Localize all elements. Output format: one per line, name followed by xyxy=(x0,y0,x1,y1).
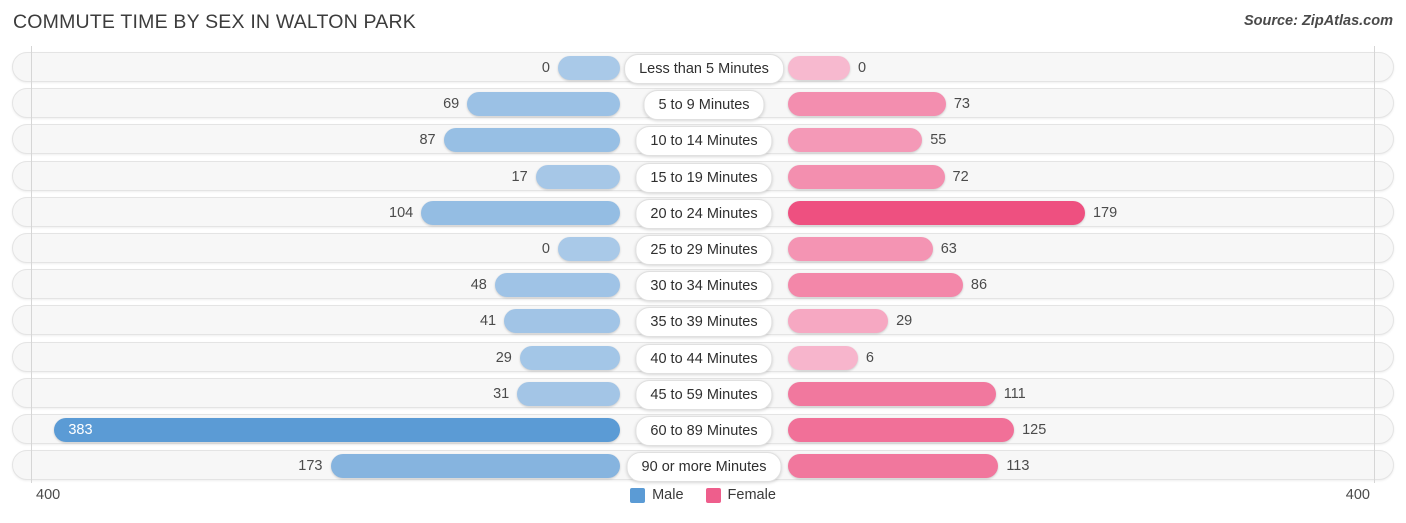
bar-female[interactable] xyxy=(788,92,946,117)
legend-item-male[interactable]: Male xyxy=(630,487,684,503)
category-label: 5 to 9 Minutes xyxy=(643,90,765,121)
category-label: 15 to 19 Minutes xyxy=(635,162,773,193)
bar-male[interactable] xyxy=(494,273,620,298)
bar-value-female: 113 xyxy=(1006,458,1030,475)
bar-value-female: 55 xyxy=(930,132,947,149)
bar-female[interactable] xyxy=(788,237,933,261)
legend-label-female: Female xyxy=(727,487,776,503)
bar-female[interactable] xyxy=(788,128,923,153)
bar-value-male: 104 xyxy=(389,204,414,221)
category-label: 25 to 29 Minutes xyxy=(635,235,773,265)
bar-female[interactable] xyxy=(788,381,996,406)
bar-value-male: 383 xyxy=(68,422,93,438)
bar-female[interactable] xyxy=(788,454,999,479)
legend-swatch-male-icon xyxy=(630,487,646,503)
bar-value-female: 29 xyxy=(896,313,913,330)
table-row: 29 6 40 to 44 Minutes xyxy=(12,341,1394,374)
bar-male[interactable] xyxy=(467,92,620,117)
category-label: 30 to 34 Minutes xyxy=(635,271,773,302)
bar-female[interactable] xyxy=(788,309,889,334)
category-label: 20 to 24 Minutes xyxy=(635,198,773,229)
bar-value-male: 17 xyxy=(511,168,528,185)
table-row: 0 63 25 to 29 Minutes xyxy=(12,233,1394,265)
bar-male[interactable] xyxy=(330,454,620,479)
table-row: 0 0 Less than 5 Minutes xyxy=(12,52,1394,84)
table-row: 87 55 10 to 14 Minutes xyxy=(12,124,1394,157)
bar-value-female: 179 xyxy=(1092,204,1118,221)
bar-value-female: 111 xyxy=(1003,385,1026,402)
bar-male[interactable] xyxy=(54,418,620,442)
chart-legend: Male Female xyxy=(0,487,1406,503)
table-row: 31 111 45 to 59 Minutes xyxy=(12,377,1394,410)
bar-value-female: 6 xyxy=(865,349,874,366)
table-row: 104 179 20 to 24 Minutes xyxy=(12,196,1394,229)
bar-value-male: 0 xyxy=(541,60,550,76)
bar-value-male: 0 xyxy=(541,241,550,257)
bar-male[interactable] xyxy=(535,164,620,189)
bar-male[interactable] xyxy=(519,345,620,370)
bar-male[interactable] xyxy=(558,237,620,261)
bar-male[interactable] xyxy=(421,200,620,225)
table-row: 41 29 35 to 39 Minutes xyxy=(12,305,1394,338)
bar-value-male: 29 xyxy=(495,349,512,366)
bar-female[interactable] xyxy=(788,200,1085,225)
chart-footer: 400 400 Male Female xyxy=(0,483,1406,523)
bar-female[interactable] xyxy=(788,345,858,370)
bar-value-female: 73 xyxy=(953,96,970,113)
legend-label-male: Male xyxy=(652,487,684,503)
bar-value-male: 69 xyxy=(443,96,460,113)
table-row: 17 72 15 to 19 Minutes xyxy=(12,160,1394,193)
category-label: 90 or more Minutes xyxy=(626,452,782,483)
legend-item-female[interactable]: Female xyxy=(705,487,776,503)
page-title: COMMUTE TIME BY SEX IN WALTON PARK xyxy=(13,11,416,33)
category-label: 60 to 89 Minutes xyxy=(635,416,773,446)
legend-swatch-female-icon xyxy=(705,487,721,503)
category-label: 10 to 14 Minutes xyxy=(635,126,773,157)
bar-value-female: 86 xyxy=(970,277,988,294)
category-label: 35 to 39 Minutes xyxy=(635,307,773,338)
bar-value-female: 63 xyxy=(940,241,957,257)
source-attribution: Source: ZipAtlas.com xyxy=(1243,13,1393,29)
bar-male[interactable] xyxy=(517,381,620,406)
table-row: 173 113 90 or more Minutes xyxy=(12,450,1394,483)
table-row: 48 86 30 to 34 Minutes xyxy=(12,269,1394,302)
bar-female[interactable] xyxy=(788,164,945,189)
bar-value-female: 125 xyxy=(1022,422,1047,438)
bar-value-male: 87 xyxy=(419,132,436,149)
bar-value-male: 41 xyxy=(479,313,497,330)
table-row: 69 73 5 to 9 Minutes xyxy=(12,88,1394,121)
category-label: 40 to 44 Minutes xyxy=(635,343,773,374)
bar-value-male: 173 xyxy=(298,458,323,475)
bar-value-male: 31 xyxy=(493,385,510,402)
chart-plot-area: 0 0 Less than 5 Minutes 69 73 5 to 9 Minutes 8… xyxy=(0,46,1406,483)
bar-male[interactable] xyxy=(504,309,620,334)
bar-value-female: 72 xyxy=(952,168,969,185)
category-label: Less than 5 Minutes xyxy=(624,54,784,84)
chart-header: COMMUTE TIME BY SEX IN WALTON PARK Sourc… xyxy=(0,0,1406,46)
bar-female[interactable] xyxy=(788,56,850,80)
axis-line-left xyxy=(31,46,32,483)
table-row: 383 125 60 to 89 Minutes xyxy=(12,414,1394,446)
bar-male[interactable] xyxy=(443,128,620,153)
bar-value-male: 48 xyxy=(470,277,487,294)
category-label: 45 to 59 Minutes xyxy=(635,379,773,410)
axis-line-right xyxy=(1374,46,1375,483)
bar-female[interactable] xyxy=(788,418,1015,442)
bar-female[interactable] xyxy=(788,273,963,298)
bar-male[interactable] xyxy=(558,56,620,80)
bar-value-female: 0 xyxy=(858,60,867,76)
